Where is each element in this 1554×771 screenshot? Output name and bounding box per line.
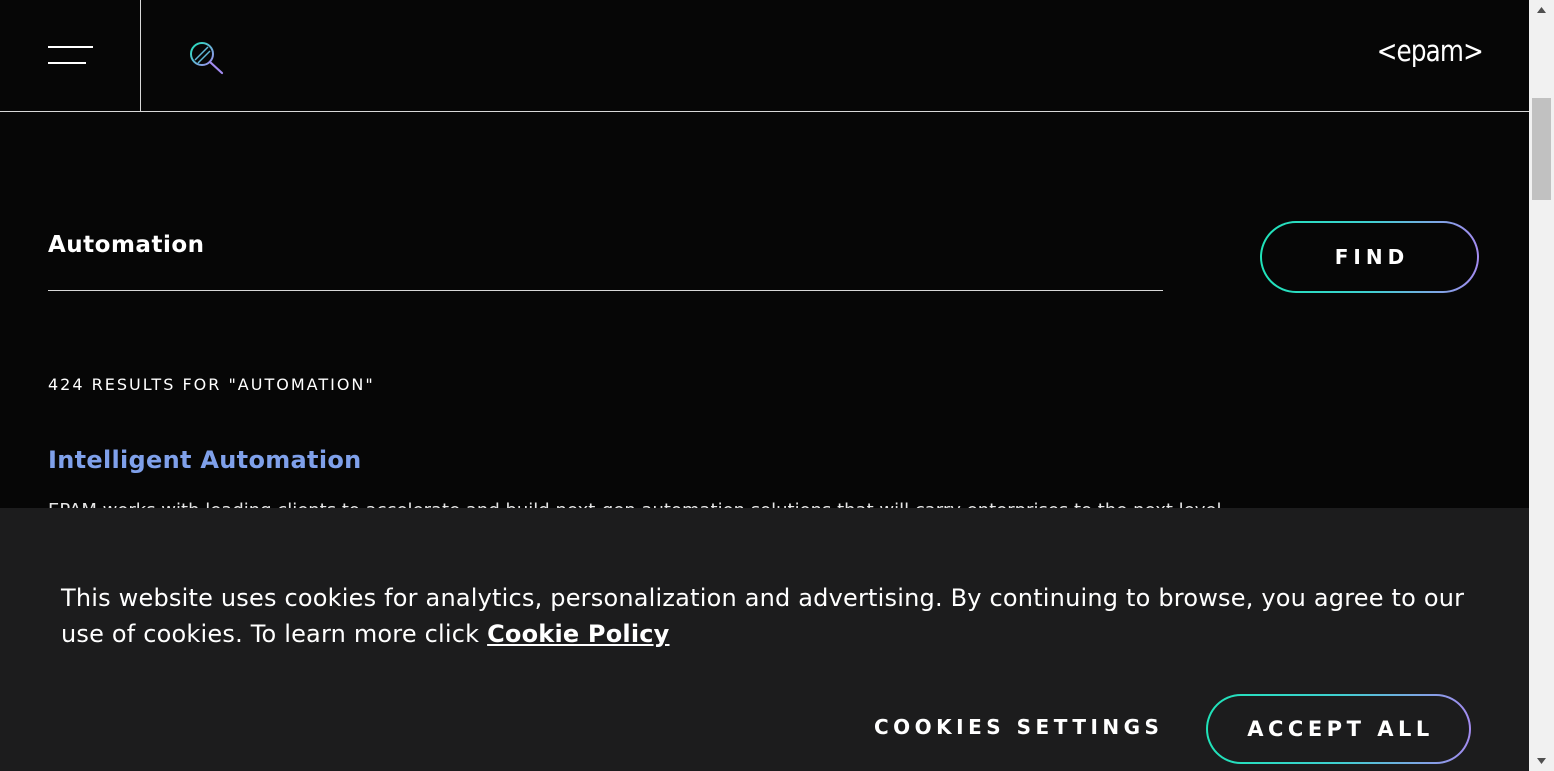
scrollbar-thumb[interactable]	[1532, 98, 1551, 200]
scroll-down-arrow-icon[interactable]	[1529, 751, 1554, 771]
cookie-message-text: This website uses cookies for analytics,…	[61, 584, 1465, 648]
search-input[interactable]	[48, 222, 1163, 268]
accept-all-button[interactable]: ACCEPT ALL	[1206, 694, 1471, 764]
site-header: <epam>	[0, 0, 1529, 112]
page: <epam> FIND 424 RESULTS FOR "AUTOMATION"…	[0, 0, 1529, 771]
hamburger-menu-icon[interactable]	[40, 36, 100, 76]
cookies-settings-button[interactable]: COOKIES SETTINGS	[874, 715, 1163, 739]
accept-all-label: ACCEPT ALL	[1208, 696, 1469, 762]
cookie-policy-link[interactable]: Cookie Policy	[487, 620, 669, 648]
menu-line	[48, 46, 93, 48]
header-divider	[140, 0, 141, 112]
result-title-link[interactable]: Intelligent Automation	[48, 446, 362, 474]
menu-line	[48, 62, 86, 64]
search-icon[interactable]	[184, 38, 228, 78]
find-button[interactable]: FIND	[1260, 221, 1479, 293]
epam-logo[interactable]: <epam>	[1377, 34, 1484, 68]
cookie-message: This website uses cookies for analytics,…	[61, 580, 1481, 652]
cookie-banner: This website uses cookies for analytics,…	[0, 508, 1529, 771]
vertical-scrollbar[interactable]	[1529, 0, 1554, 771]
results-count: 424 RESULTS FOR "AUTOMATION"	[48, 375, 375, 394]
scroll-up-arrow-icon[interactable]	[1529, 0, 1554, 20]
find-button-label: FIND	[1262, 223, 1477, 291]
search-field	[48, 222, 1163, 291]
